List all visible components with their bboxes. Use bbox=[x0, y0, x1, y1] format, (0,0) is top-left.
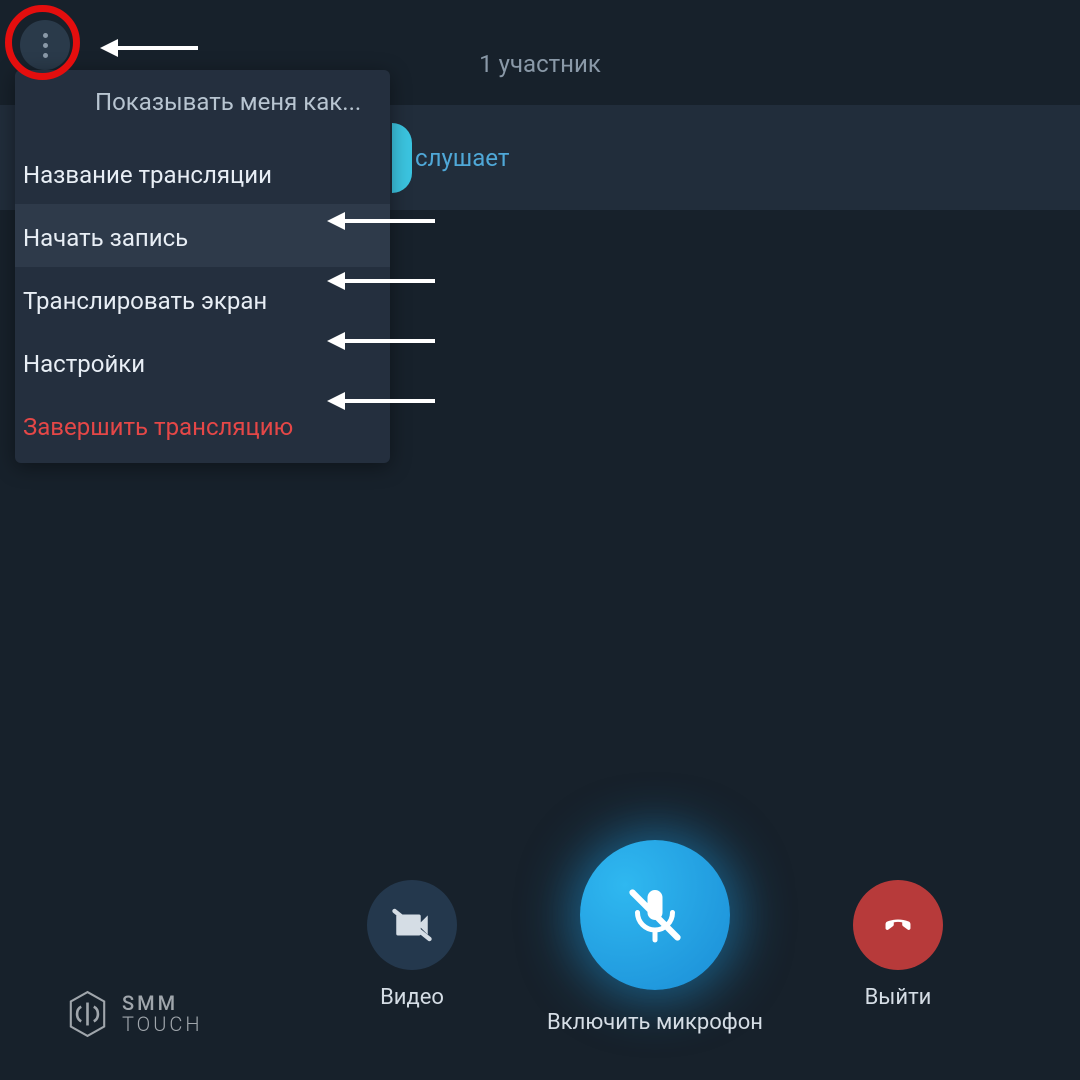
more-options-button[interactable] bbox=[20, 20, 70, 70]
video-label: Видео bbox=[380, 985, 444, 1010]
avatar-edge bbox=[392, 123, 412, 193]
smm-touch-logo-icon bbox=[65, 990, 110, 1038]
menu-item-share-screen[interactable]: Транслировать экран bbox=[15, 267, 390, 330]
participant-status: слушает bbox=[415, 144, 509, 172]
menu-item-settings[interactable]: Настройки bbox=[15, 330, 390, 393]
dots-vertical-icon bbox=[43, 33, 48, 38]
leave-button[interactable] bbox=[853, 880, 943, 970]
leave-label: Выйти bbox=[865, 985, 932, 1010]
video-button[interactable] bbox=[367, 880, 457, 970]
microphone-button[interactable] bbox=[580, 840, 730, 990]
watermark: SMM TOUCH bbox=[65, 990, 203, 1038]
menu-item-end-stream[interactable]: Завершить трансляцию bbox=[15, 393, 390, 463]
options-dropdown: Показывать меня как... Название трансляц… bbox=[15, 70, 390, 463]
participants-count: 1 участник bbox=[479, 50, 601, 78]
menu-item-show-as[interactable]: Показывать меня как... bbox=[15, 70, 390, 141]
camera-off-icon bbox=[391, 904, 433, 946]
microphone-off-icon bbox=[625, 885, 685, 945]
hangup-icon bbox=[876, 903, 920, 947]
watermark-line1: SMM bbox=[122, 993, 203, 1014]
menu-item-start-recording[interactable]: Начать запись bbox=[15, 204, 390, 267]
menu-item-stream-title[interactable]: Название трансляции bbox=[15, 141, 390, 204]
mic-label: Включить микрофон bbox=[547, 1010, 763, 1035]
watermark-line2: TOUCH bbox=[122, 1014, 203, 1035]
